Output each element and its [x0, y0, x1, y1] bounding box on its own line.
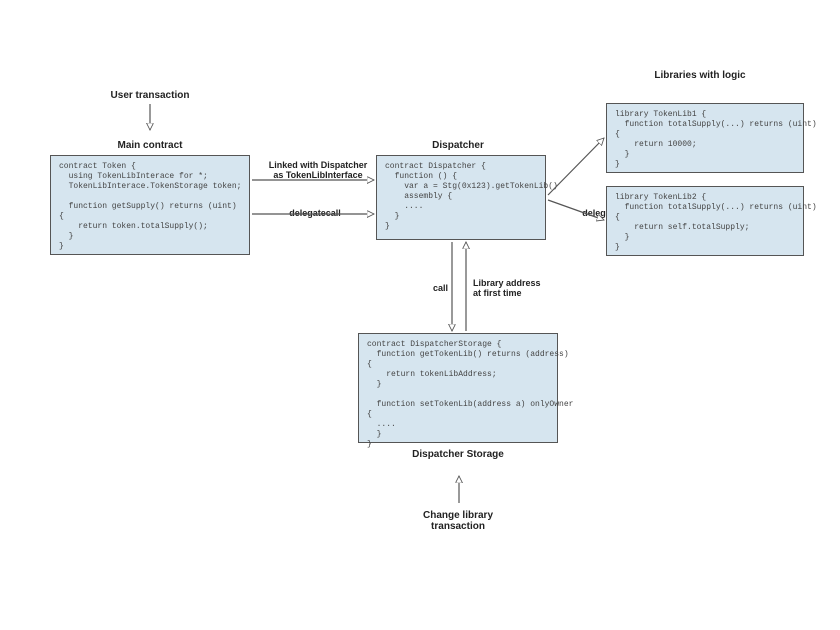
linked-with-label: Linked with Dispatcher as TokenLibInterf… — [258, 160, 378, 180]
delegatecall1-label: delegatecall — [265, 208, 365, 218]
user-transaction-title: User transaction — [90, 90, 210, 101]
lib-addr-label: Library address at first time — [473, 278, 563, 298]
library2-box: library TokenLib2 { function totalSupply… — [606, 186, 804, 256]
dispatcher-title: Dispatcher — [408, 140, 508, 151]
main-contract-box: contract Token { using TokenLibInterace … — [50, 155, 250, 255]
call-label: call — [418, 283, 448, 293]
dispatcher-storage-title: Dispatcher Storage — [388, 449, 528, 460]
dispatcher-storage-box: contract DispatcherStorage { function ge… — [358, 333, 558, 443]
library1-box: library TokenLib1 { function totalSupply… — [606, 103, 804, 173]
change-library-title: Change library transaction — [388, 510, 528, 532]
libraries-title: Libraries with logic — [620, 70, 780, 81]
main-contract-title: Main contract — [95, 140, 205, 151]
dispatcher-box: contract Dispatcher { function () { var … — [376, 155, 546, 240]
